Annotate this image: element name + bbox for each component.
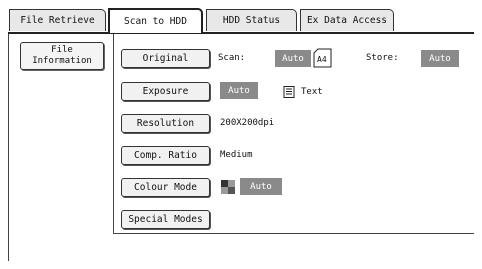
scan-value-text: Auto [282,53,304,64]
scan-label: Scan: [218,53,246,63]
scan-value: Auto [275,50,311,67]
tab-file-retrieve[interactable]: File Retrieve [9,9,106,31]
tab-label: Ex Data Access [306,15,388,26]
store-value: Auto [421,50,459,67]
file-information-button[interactable]: File Information [20,42,104,70]
resolution-value: 200X200dpi [220,118,275,128]
comp-ratio-value: Medium [220,150,253,160]
original-button-label: Original [142,53,189,64]
file-information-label-line2: Information [32,56,92,66]
tab-scan-to-hdd[interactable]: Scan to HDD [108,8,203,33]
tab-ex-data-access[interactable]: Ex Data Access [300,9,394,31]
store-label: Store: [366,53,399,63]
exposure-button-label: Exposure [142,86,189,97]
colour-mode-button[interactable]: Colour Mode [121,178,210,197]
colour-mode-value: Auto [240,178,282,195]
left-border [8,34,9,261]
tab-hdd-status[interactable]: HDD Status [206,9,297,31]
comp-ratio-button[interactable]: Comp. Ratio [121,146,210,165]
file-information-label-line1: File [51,45,73,55]
special-modes-button[interactable]: Special Modes [121,210,210,229]
exposure-mode-text: Text [301,87,323,97]
tab-label: File Retrieve [20,15,95,26]
special-modes-button-label: Special Modes [128,214,203,225]
tab-label: HDD Status [222,15,281,26]
paper-size-text: A4 [317,55,327,64]
colour-mode-button-label: Colour Mode [134,182,197,193]
original-button[interactable]: Original [121,49,210,68]
exposure-value-text: Auto [228,85,250,96]
colour-mode-icon [221,180,235,194]
colour-mode-value-text: Auto [250,181,272,192]
exposure-button[interactable]: Exposure [121,82,210,101]
store-value-text: Auto [429,53,451,64]
paper-size-icon: A4 [313,48,332,68]
resolution-button[interactable]: Resolution [121,114,210,133]
tab-label: Scan to HDD [124,16,187,27]
comp-ratio-button-label: Comp. Ratio [134,150,197,161]
resolution-button-label: Resolution [136,118,195,129]
text-document-icon [283,86,295,98]
exposure-value: Auto [220,82,258,99]
